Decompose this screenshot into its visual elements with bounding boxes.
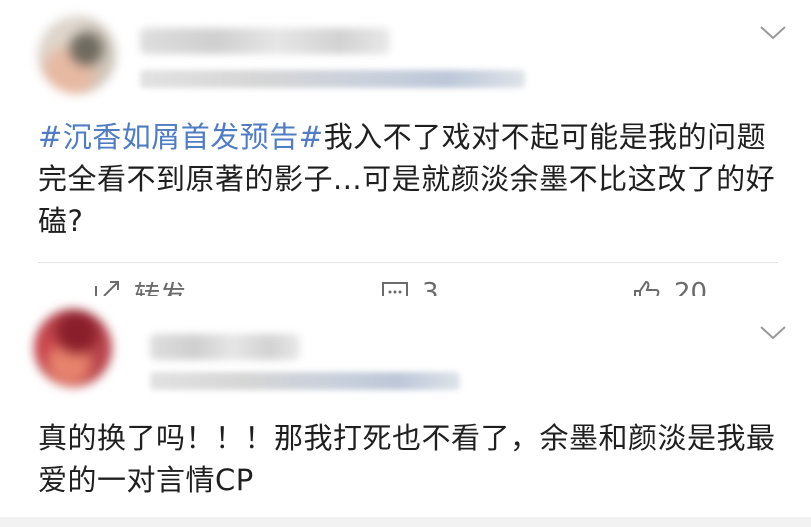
repost-icon	[95, 281, 119, 296]
repost-label: 转发	[134, 280, 187, 297]
post-meta-blurred	[150, 372, 460, 390]
feed-separator	[0, 517, 811, 527]
avatar[interactable]	[38, 16, 116, 94]
author-name-blurred[interactable]	[150, 334, 300, 360]
comment-icon	[382, 282, 408, 296]
hashtag-link[interactable]: #沉香如屑首发预告#	[38, 120, 324, 154]
like-count: 20	[674, 278, 708, 296]
comment-button[interactable]: 3	[380, 276, 439, 296]
divider	[38, 262, 778, 263]
avatar[interactable]	[34, 309, 112, 387]
weibo-post: 真的换了吗！！！那我打死也不看了，余墨和颜淡是我最爱的一对言情CP	[0, 296, 811, 517]
thumbs-up-icon	[634, 280, 660, 296]
post-text: 真的换了吗！！！那我打死也不看了，余墨和颜淡是我最爱的一对言情CP	[38, 421, 776, 497]
comment-count: 3	[422, 278, 439, 296]
author-name-blurred[interactable]	[140, 28, 390, 54]
post-meta-blurred	[140, 70, 525, 88]
chevron-down-icon[interactable]	[758, 24, 788, 42]
chevron-down-icon[interactable]	[758, 324, 788, 342]
post-content: #沉香如屑首发预告#我入不了戏对不起可能是我的问题完全看不到原著的影子...可是…	[38, 116, 778, 242]
weibo-post: #沉香如屑首发预告#我入不了戏对不起可能是我的问题完全看不到原著的影子...可是…	[0, 0, 811, 296]
like-button[interactable]: 20	[632, 276, 707, 296]
repost-button[interactable]: 转发	[92, 276, 186, 296]
